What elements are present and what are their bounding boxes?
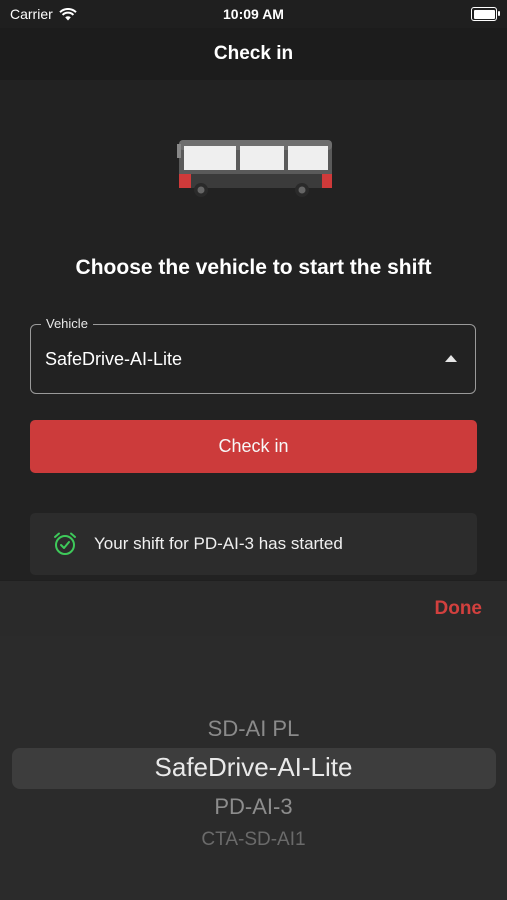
vehicle-picker-wheel[interactable]: SD-AI PL SafeDrive-AI-Lite PD-AI-3 CTA-S…: [0, 636, 507, 900]
picker-option-selected[interactable]: SafeDrive-AI-Lite: [0, 752, 507, 783]
chevron-up-icon: [445, 355, 457, 362]
page-title: Check in: [213, 43, 294, 64]
vehicle-select[interactable]: Vehicle SafeDrive-AI-Lite: [30, 316, 476, 394]
bus-icon: [177, 140, 332, 197]
done-button[interactable]: Done: [435, 598, 483, 620]
vehicle-field-label: Vehicle: [41, 316, 93, 331]
picker-toolbar: Done: [0, 581, 507, 636]
checkin-button[interactable]: Check in: [30, 420, 477, 473]
shift-started-toast: Your shift for PD-AI-3 has started: [30, 513, 477, 575]
alarm-clock-check-icon: [54, 532, 76, 555]
status-time: 10:09 AM: [223, 6, 284, 22]
instruction-heading: Choose the vehicle to start the shift: [75, 256, 432, 279]
status-bar: Carrier 10:09 AM: [0, 0, 507, 28]
picker-option[interactable]: SD-AI PL: [0, 716, 507, 742]
vehicle-field-value: SafeDrive-AI-Lite: [45, 349, 183, 369]
picker-option[interactable]: CTA-SD-AI1: [0, 829, 507, 851]
toast-text: Your shift for PD-AI-3 has started: [94, 534, 343, 553]
picker-option[interactable]: PD-AI-3: [0, 794, 507, 820]
nav-bar: Check in: [0, 28, 507, 80]
battery-icon: [471, 7, 500, 21]
